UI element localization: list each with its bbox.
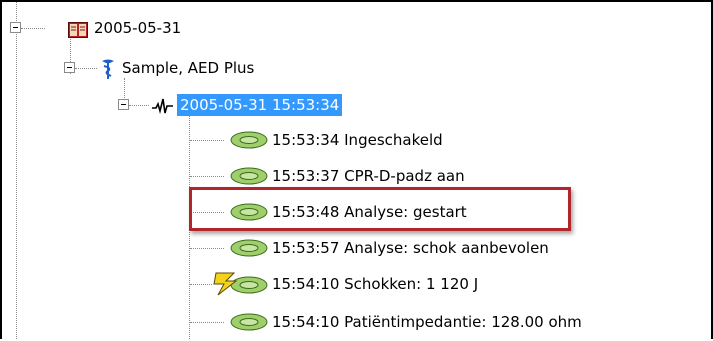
tree-node-label: Sample, AED Plus: [122, 59, 255, 77]
tree-event-label: 15:54:10 Patiëntimpedantie: 128.00 ohm: [272, 313, 582, 331]
tree-event-label: 15:54:10 Schokken: 1 120 J: [272, 275, 479, 293]
ecg-waveform-icon: [152, 97, 174, 121]
event-disc-icon: [229, 131, 269, 156]
event-disc-icon: [229, 313, 269, 338]
tree-node-session[interactable]: 2005-05-31 15:53:34: [2, 93, 452, 117]
tree-node-label: 2005-05-31 15:53:34: [177, 94, 343, 116]
caduceus-icon: [101, 58, 115, 87]
tree-event-item[interactable]: 15:53:37 CPR-D-padz aan: [2, 164, 707, 188]
tree-event-item[interactable]: 15:53:34 Ingeschakeld: [2, 128, 707, 152]
tree-event-label: 15:53:57 Analyse: schok aanbevolen: [272, 239, 549, 257]
tree-event-label: 15:53:34 Ingeschakeld: [272, 131, 443, 149]
tree-event-label: 15:53:37 CPR-D-padz aan: [272, 167, 465, 185]
shock-event-icon: [212, 272, 270, 303]
highlight-box: [189, 187, 571, 231]
tree-event-item[interactable]: 15:53:57 Analyse: schok aanbevolen: [2, 236, 707, 260]
tree-event-item[interactable]: 15:54:10 Patiëntimpedantie: 128.00 ohm: [2, 310, 707, 334]
tree-node-patient[interactable]: Sample, AED Plus: [2, 56, 402, 80]
calendar-icon: [68, 21, 88, 45]
tree-node-label: 2005-05-31: [94, 19, 182, 37]
tree-node-date[interactable]: 2005-05-31: [2, 16, 302, 40]
tree-event-item[interactable]: 15:54:10 Schokken: 1 120 J: [2, 272, 707, 296]
event-disc-icon: [229, 239, 269, 264]
tree-view: 2005-05-31 Sample, AED Plus 2005-05-31 1…: [0, 0, 713, 339]
